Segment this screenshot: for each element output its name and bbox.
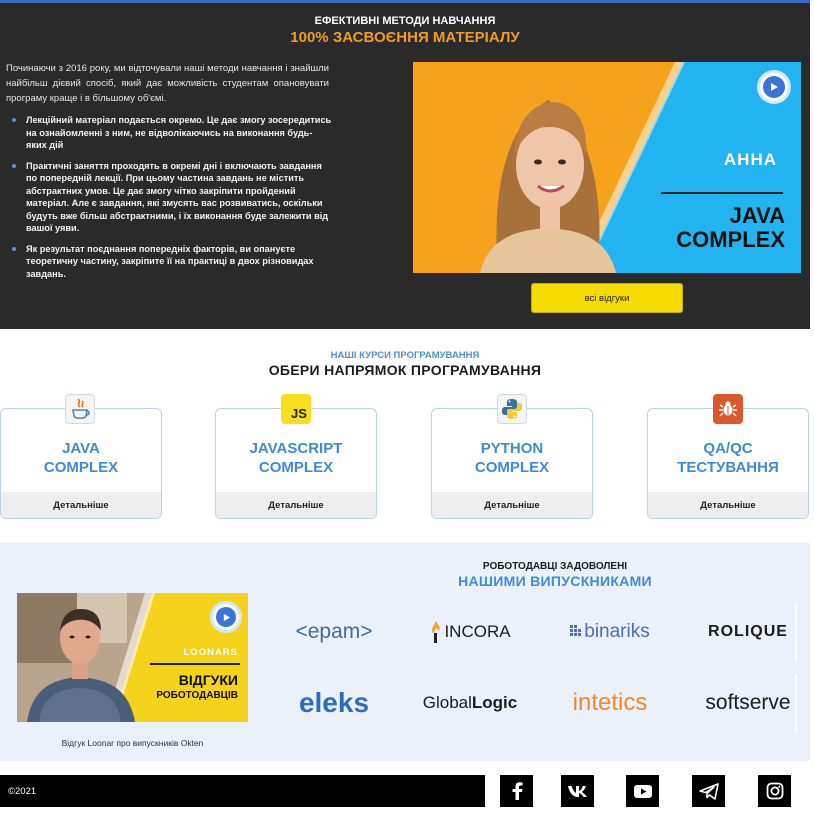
methods-bullet-list: Лекційний матеріал подається окремо. Це … [10, 114, 332, 288]
student-photo [480, 100, 616, 273]
employer-video-caption: Відгук Loonar про випускників Okten [61, 738, 204, 748]
employers-title: НАШИМИ ВИПУСКНИКАМИ [458, 573, 652, 589]
course-card-python[interactable]: PYTHON COMPLEX Детальніше [431, 408, 593, 519]
javascript-icon-text: JS [291, 405, 307, 421]
course-title-line1: JAVA [62, 440, 100, 457]
logo-globallogic: Global Logic [411, 681, 529, 725]
logo-softserve-text: softserve [705, 691, 791, 714]
instagram-icon[interactable] [758, 775, 791, 807]
course-title-line2: COMPLEX [258, 459, 334, 476]
telegram-icon[interactable] [692, 775, 725, 807]
course-card-qa[interactable]: QA/QC ТЕСТУВАННЯ Детальніше [647, 408, 809, 519]
methods-bullet: Лекційний матеріал подається окремо. Це … [10, 114, 332, 152]
logo-eleks: eleks [275, 681, 393, 725]
course-title: QA/QC ТЕСТУВАННЯ [648, 439, 808, 477]
logo-intetics: intetics [551, 681, 669, 725]
employer-video-brand: LOONARS [183, 647, 238, 658]
all-reviews-button[interactable]: всі відгуки [531, 283, 683, 313]
binariks-icon [570, 625, 582, 636]
logo-softserve: softserve [689, 681, 807, 725]
course-title-line2: COMPLEX [43, 459, 119, 476]
youtube-icon[interactable] [626, 775, 659, 807]
logo-epam-text: <epam> [295, 620, 373, 643]
methods-intro: Починаючи з 2016 року, ми відточували на… [6, 63, 329, 104]
course-card-javascript[interactable]: JAVASCRIPT COMPLEX Детальніше [215, 408, 377, 519]
vk-icon[interactable] [561, 775, 594, 807]
logo-intetics-text: intetics [572, 689, 648, 716]
copyright: ©2021 [8, 785, 37, 797]
logo-globallogic-text-b: Logic [471, 693, 518, 712]
employers-kicker: РОБОТОДАВЦІ ЗАДОВОЛЕНІ [482, 561, 628, 572]
course-title-line1: QA/QC [703, 440, 753, 457]
logo-rolique-text: ROLIQUE [708, 623, 788, 640]
course-title-line1: PYTHON [480, 440, 544, 457]
courses-kicker: НАШІ КУРСИ ПРОГРАМУВАННЯ [330, 350, 480, 361]
play-button[interactable] [210, 601, 242, 633]
video-course-label: JAVA COMPLEX [676, 204, 785, 252]
footer-bar: ©2021 [0, 775, 485, 807]
employer-video-title-line2: РОБОТОДАВЦІВ [156, 690, 238, 701]
course-title-line2: COMPLEX [474, 459, 550, 476]
video-course-line2: COMPLEX [676, 227, 785, 252]
employer-video-title: ВІДГУКИ РОБОТОДАВЦІВ [156, 673, 238, 703]
logo-grid-divider [795, 605, 797, 661]
logo-incora: INCORA [411, 610, 529, 654]
logo-rolique: ROLIQUE [689, 610, 807, 654]
facebook-icon[interactable] [500, 775, 533, 807]
logo-epam: <epam> [275, 610, 393, 654]
methods-bullet: Як результат поєднання попередніх фактор… [10, 243, 332, 281]
course-title: JAVA COMPLEX [1, 439, 161, 477]
play-button[interactable] [757, 70, 791, 104]
logo-globallogic-text-a: Global [422, 693, 472, 712]
courses-title: ОБЕРИ НАПРЯМОК ПРОГРАМУВАННЯ [268, 362, 542, 378]
course-card-java[interactable]: JAVA COMPLEX Детальніше [0, 408, 162, 519]
javascript-icon: JS [281, 394, 311, 424]
play-icon [763, 76, 785, 98]
course-details-link[interactable]: Детальніше [432, 492, 592, 518]
video-student-name: АННА [723, 150, 777, 169]
course-title-line2: ТЕСТУВАННЯ [677, 459, 779, 476]
logo-incora-text: INCORA [444, 622, 511, 641]
course-title: PYTHON COMPLEX [432, 439, 592, 477]
logo-grid-divider [795, 675, 797, 731]
employer-video-title-line1: ВІДГУКИ [178, 672, 238, 688]
course-details-link[interactable]: Детальніше [1, 492, 161, 518]
employer-video-divider [150, 663, 240, 665]
python-icon [497, 394, 527, 424]
video-course-line1: JAVA [729, 203, 785, 228]
course-title: JAVASCRIPT COMPLEX [216, 439, 376, 477]
course-details-link[interactable]: Детальніше [216, 492, 376, 518]
methods-bullet: Практичні заняття проходять в окремі дні… [10, 160, 332, 235]
bug-icon [713, 394, 743, 424]
logo-binariks: binariks [551, 610, 669, 654]
employers-section: РОБОТОДАВЦІ ЗАДОВОЛЕНІ НАШИМИ ВИПУСКНИКА… [0, 543, 810, 761]
java-icon [65, 394, 95, 424]
logo-eleks-text: eleks [298, 687, 370, 718]
course-title-line1: JAVASCRIPT [249, 440, 343, 457]
incora-icon [432, 621, 441, 643]
play-icon [216, 607, 236, 627]
methods-title: 100% ЗАСВОЄННЯ МАТЕРІАЛУ [290, 29, 520, 46]
video-divider [661, 192, 783, 194]
student-review-video[interactable]: АННА JAVA COMPLEX [413, 62, 801, 273]
logo-binariks-text: binariks [584, 621, 650, 642]
methods-kicker: ЕФЕКТИВНІ МЕТОДИ НАВЧАННЯ [314, 15, 496, 27]
employer-review-video[interactable]: LOONARS ВІДГУКИ РОБОТОДАВЦІВ [17, 593, 248, 722]
methods-section: ЕФЕКТИВНІ МЕТОДИ НАВЧАННЯ 100% ЗАСВОЄННЯ… [0, 3, 810, 329]
course-details-link[interactable]: Детальніше [648, 492, 808, 518]
